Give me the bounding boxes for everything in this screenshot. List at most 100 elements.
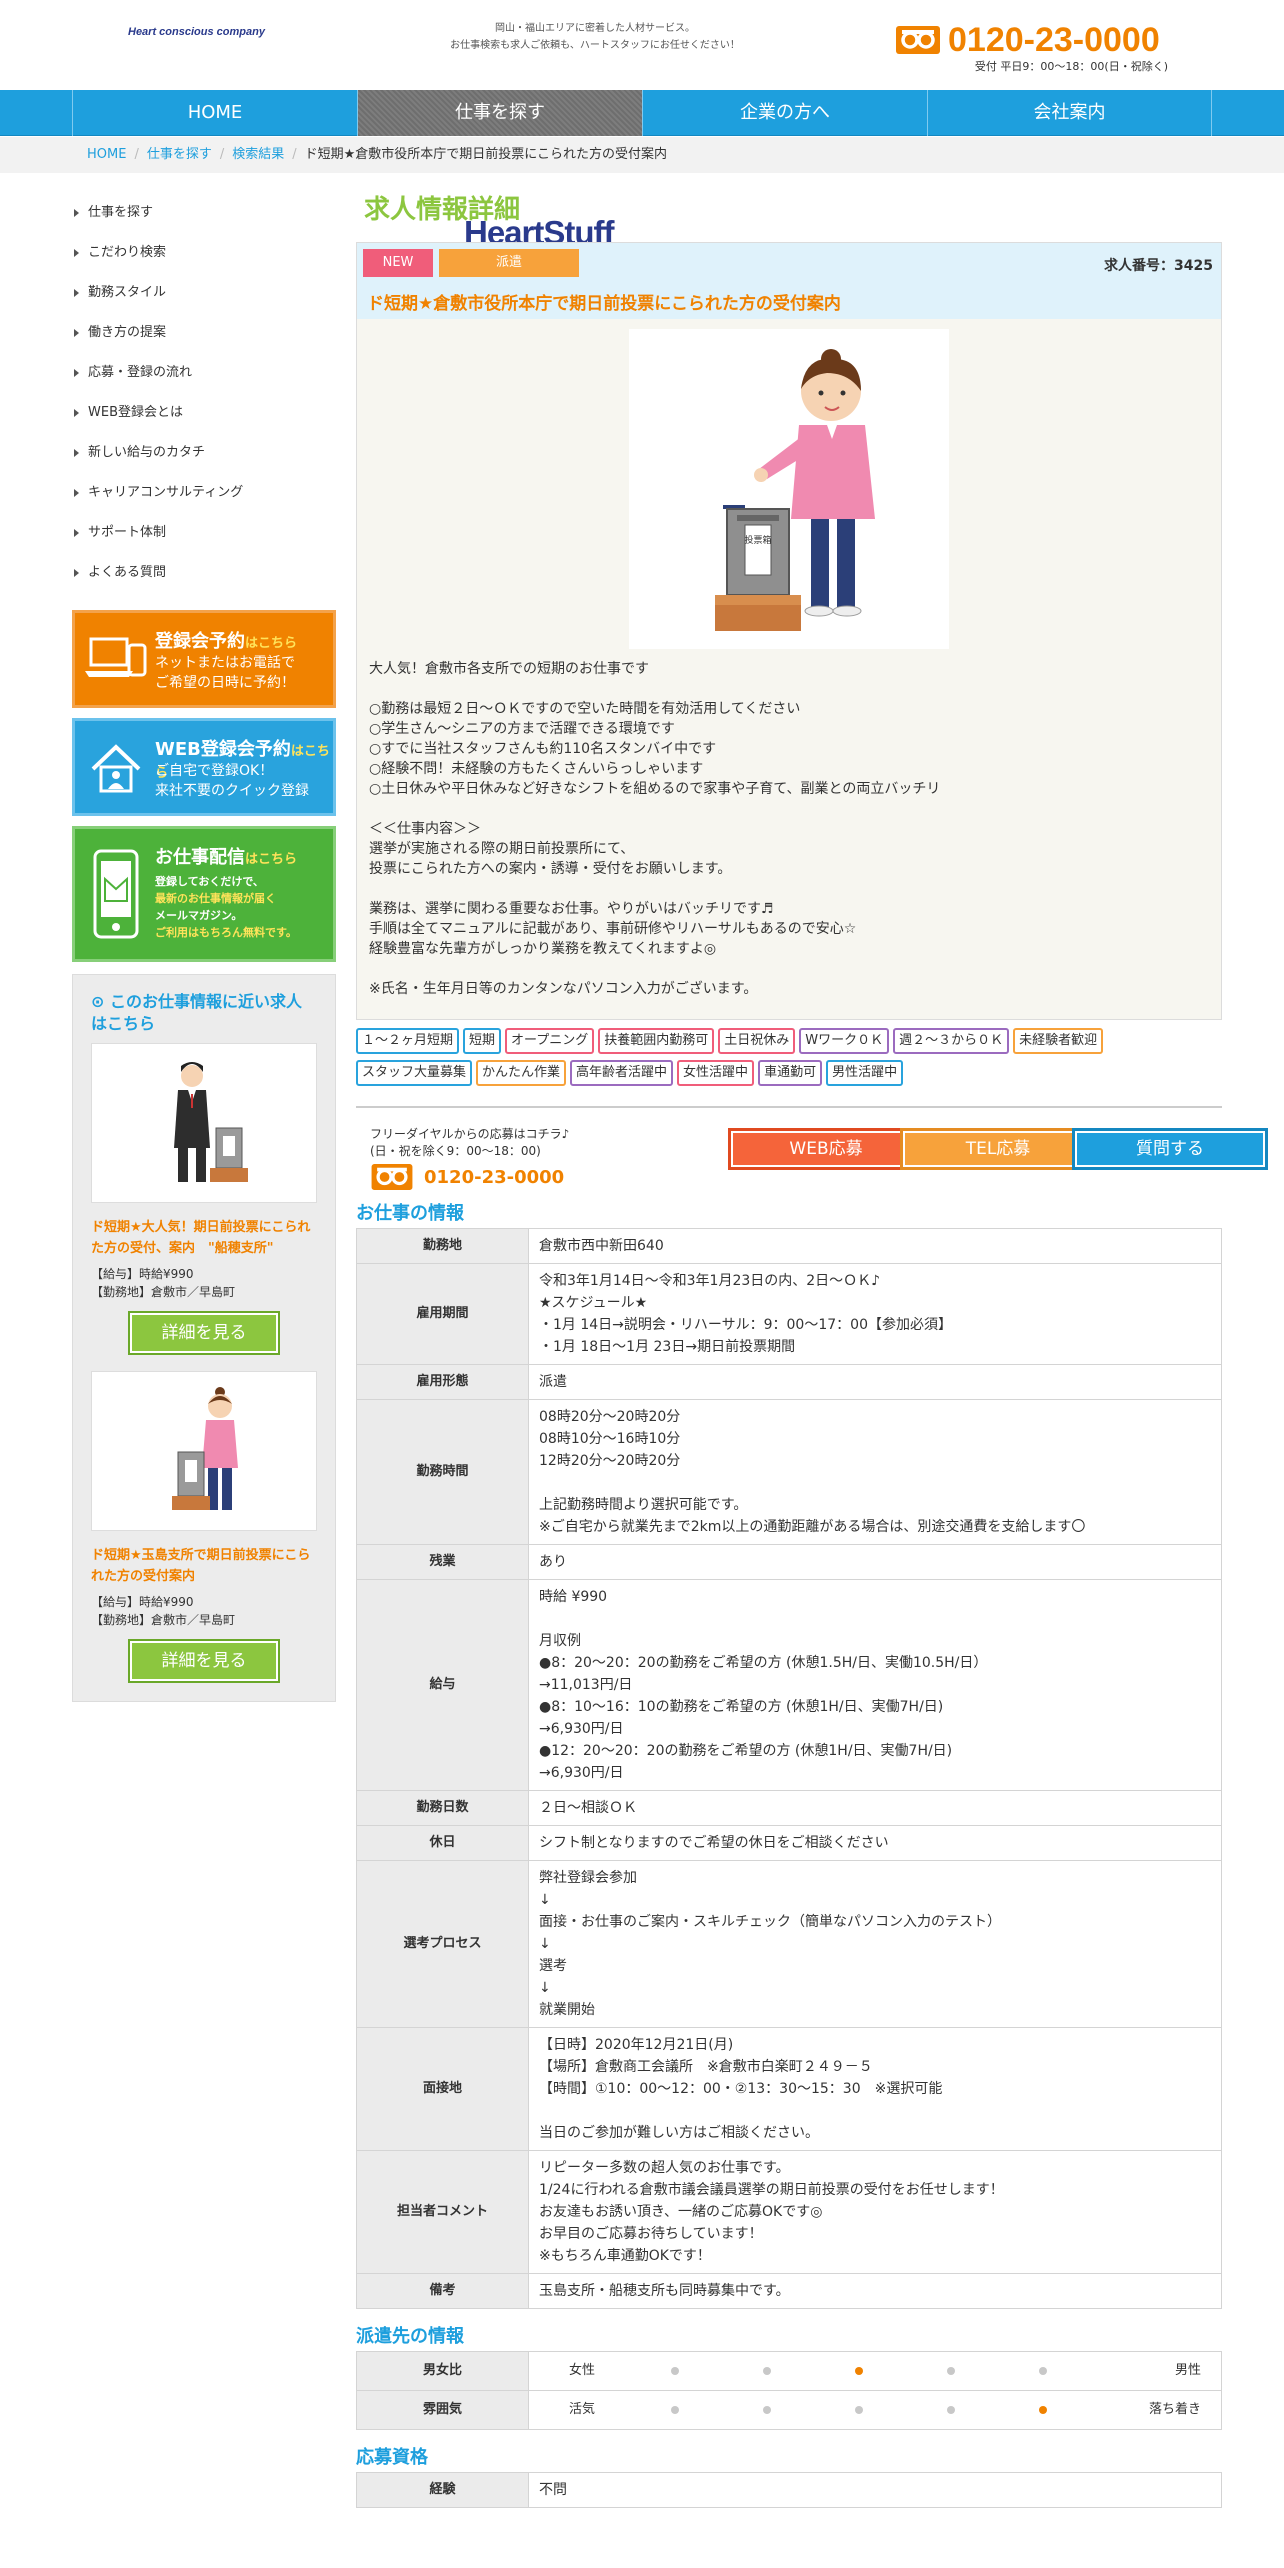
registration-reservation-banner[interactable]: 登録会予約はこちら ネットまたはお電話で ご希望の日時に予約！ — [72, 610, 336, 708]
row-label: 雇用期間 — [356, 1263, 529, 1365]
similar-job-salary: 【給与】時給¥990 — [91, 1595, 194, 1609]
job-info-row: 雇用形態 派遣 — [356, 1364, 1222, 1400]
banner1-line-1: ネットまたはお電話で — [155, 655, 295, 671]
scale-right-label: 落ち着き — [1148, 2402, 1201, 2417]
apply-phone[interactable]: 0120-23-0000 — [370, 1164, 564, 1190]
feature-tag: 土日祝休み — [718, 1028, 796, 1054]
nav-find-job[interactable]: 仕事を探す — [357, 90, 642, 136]
question-button[interactable]: 質問する — [1072, 1128, 1268, 1170]
sidebar-item-new-salary[interactable]: 新しい給与のカタチ — [72, 440, 336, 480]
destination-row: 男女比 女性 男性 — [356, 2351, 1222, 2391]
breadcrumb-home[interactable]: HOME — [87, 147, 126, 162]
site-header: HeartStuff Heart conscious company 岡山・福山… — [0, 0, 1284, 250]
banner2-line-1: ご自宅で登録OK！ — [155, 763, 274, 779]
laptop-phone-icon — [85, 637, 147, 677]
web-registration-banner[interactable]: WEB登録会予約はこちら ご自宅で登録OK！ 来社不要のクイック登録 — [72, 718, 336, 816]
sidebar-item-proposal[interactable]: 働き方の提案 — [72, 320, 336, 360]
breadcrumb-search-results[interactable]: 検索結果 — [232, 147, 284, 162]
similar-job-place: 【勤務地】倉敷市／早島町 — [91, 1285, 236, 1299]
sidebar-item-faq[interactable]: よくある質問 — [72, 560, 336, 600]
tagline: 岡山・福山エリアに密着した人材サービス。 お仕事検索も求人ご依頼も、ハートスタッ… — [420, 20, 770, 54]
job-summary: NEW 派遣 求人番号：3425 ド短期★倉敷市役所本庁で期日前投票にこられた方の… — [356, 242, 1222, 1020]
similar-job-title[interactable]: ド短期★玉島支所で期日前投票にこられた方の受付案内 — [91, 1545, 317, 1587]
job-title: ド短期★倉敷市役所本庁で期日前投票にこられた方の受付案内 — [367, 294, 841, 314]
row-value: 不問 — [528, 2472, 1222, 2508]
apply-phone-number: 0120-23-0000 — [424, 1166, 565, 1188]
detail-button[interactable]: 詳細を見る — [128, 1639, 280, 1683]
banner3-title: お仕事配信 — [155, 847, 245, 868]
sidebar: 仕事を探す こだわり検索 勤務スタイル 働き方の提案 応募・登録の流れ WEB登… — [72, 200, 336, 1702]
nav-home[interactable]: HOME — [72, 90, 357, 136]
scale-dot — [763, 2367, 771, 2375]
nav-for-companies[interactable]: 企業の方へ — [642, 90, 927, 136]
row-label: 担当者コメント — [356, 2150, 529, 2274]
nav-company-info[interactable]: 会社案内 — [927, 90, 1212, 136]
job-info-row: 勤務時間 08時20分〜20時20分 08時10分〜16時10分 12時20分〜2… — [356, 1399, 1222, 1545]
breadcrumb-find-job[interactable]: 仕事を探す — [147, 147, 212, 162]
freedial-icon — [371, 1164, 413, 1190]
web-apply-button[interactable]: WEB応募 — [728, 1128, 924, 1170]
logo[interactable]: HeartStuff Heart conscious company — [108, 26, 615, 250]
sidebar-item-support[interactable]: サポート体制 — [72, 520, 336, 560]
scale-right-label: 男性 — [1174, 2363, 1201, 2378]
sidebar-item-find-job[interactable]: 仕事を探す — [72, 200, 336, 240]
sidebar-item-career[interactable]: キャリアコンサルティング — [72, 480, 336, 520]
scale-dot — [947, 2367, 955, 2375]
banner1-title: 登録会予約 — [155, 631, 245, 652]
job-description: 大人気！倉敷市各支所での短期のお仕事です ○勤務は最短２日～ＯＫですので空いた時… — [369, 661, 941, 997]
row-label: 経験 — [356, 2472, 529, 2508]
job-info-row: 雇用期間 令和3年1月14日～令和3年1月23日の内、2日～ＯＫ♪ ★スケジュール… — [356, 1263, 1222, 1365]
sidebar-item-flow[interactable]: 応募・登録の流れ — [72, 360, 336, 400]
job-image — [91, 1371, 317, 1531]
feature-tag: 短期 — [463, 1028, 502, 1054]
scale-dot — [1039, 2367, 1047, 2375]
row-value: 派遣 — [528, 1364, 1222, 1400]
section-qualification-heading: 応募資格 — [356, 2447, 428, 2468]
smartphone-mail-icon — [93, 849, 139, 939]
scale-dot-selected — [855, 2367, 863, 2375]
sidebar-item-work-style[interactable]: 勤務スタイル — [72, 280, 336, 320]
global-nav: HOME 仕事を探す 企業の方へ 会社案内 — [0, 90, 1284, 136]
row-label: 選考プロセス — [356, 1860, 529, 2028]
freedial-icon — [896, 26, 940, 54]
similar-job-title[interactable]: ド短期★大人気！期日前投票にこられた方の受付、案内 "船穂支所" — [91, 1217, 317, 1259]
banner1-line-2: ご希望の日時に予約！ — [155, 675, 295, 691]
sidebar-item-detail-search[interactable]: こだわり検索 — [72, 240, 336, 280]
job-info-table: 勤務地 倉敷市西中新田640 雇用期間 令和3年1月14日～令和3年1月23日の内、2… — [356, 1228, 1222, 2309]
banner3-line-3: メールマガジン。 — [155, 909, 243, 922]
scale-dot — [947, 2406, 955, 2414]
woman-voting-illustration — [172, 1387, 238, 1510]
qualification-table: 経験 不問 — [356, 2472, 1222, 2508]
detail-button[interactable]: 詳細を見る — [128, 1311, 280, 1355]
phone-number: 0120-23-0000 — [948, 21, 1160, 59]
sidebar-item-web-registration[interactable]: WEB登録会とは — [72, 400, 336, 440]
employment-type-badge: 派遣 — [439, 249, 579, 277]
row-value: 08時20分〜20時20分 08時10分〜16時10分 12時20分〜20時20… — [528, 1399, 1222, 1545]
tel-apply-button[interactable]: TEL応募 — [900, 1128, 1096, 1170]
section-job-info-heading: お仕事の情報 — [356, 1203, 464, 1224]
banner1-title-suffix: はこちら — [245, 636, 298, 651]
tagline-line-2: お仕事検索も求人ご依頼も、ハートスタッフにお任せください！ — [450, 40, 740, 51]
main-content: 求人情報詳細 NEW 派遣 求人番号：3425 ド短期★倉敷市役所本庁で期日前投票… — [356, 190, 1268, 2508]
scale-dot — [671, 2406, 679, 2414]
job-info-row: 休日 シフト制となりますのでご希望の休日をご相談ください — [356, 1825, 1222, 1861]
row-label: 面接地 — [356, 2027, 529, 2151]
row-value: リピーター多数の超人気のお仕事です。 1/24に行われる倉敷市議会議員選挙の期日… — [528, 2150, 1222, 2274]
row-value: 時給 ¥990 月収例 ●8：20～20：20の勤務をご希望の方 (休憩1.5H… — [528, 1579, 1222, 1791]
phone-hours: 受付 平日9：00～18：00(日・祝除く) — [974, 60, 1168, 73]
feature-tag: 男性活躍中 — [826, 1060, 904, 1086]
section-destination-heading: 派遣先の情報 — [356, 2326, 464, 2347]
row-value: 弊社登録会参加 ↓ 面接・お仕事のご案内・スキルチェック（簡単なパソコン入力のテ… — [528, 1860, 1222, 2028]
feature-tag: オープニング — [505, 1028, 595, 1054]
destination-row: 雰囲気 活気 落ち着き — [356, 2390, 1222, 2430]
similar-jobs-heading: このお仕事情報に近い求人はこちら — [91, 992, 302, 1033]
row-label: 勤務地 — [356, 1228, 529, 1264]
header-phone[interactable]: 0120-23-0000 受付 平日9：00～18：00(日・祝除く) — [896, 20, 1196, 74]
feature-tag: スタッフ大量募集 — [356, 1060, 473, 1086]
scale-left-label: 女性 — [569, 2363, 596, 2378]
sidebar-menu: 仕事を探す こだわり検索 勤務スタイル 働き方の提案 応募・登録の流れ WEB登… — [72, 200, 336, 600]
similar-job-card: ド短期★大人気！期日前投票にこられた方の受付、案内 "船穂支所" 【給与】時給¥… — [91, 1043, 317, 1355]
man-voting-illustration — [174, 1062, 248, 1182]
job-mail-banner[interactable]: お仕事配信はこちら 登録しておくだけで、 最新のお仕事情報が届く メールマガジン。ご… — [72, 826, 336, 962]
banner3-title-suffix: はこちら — [245, 852, 298, 867]
